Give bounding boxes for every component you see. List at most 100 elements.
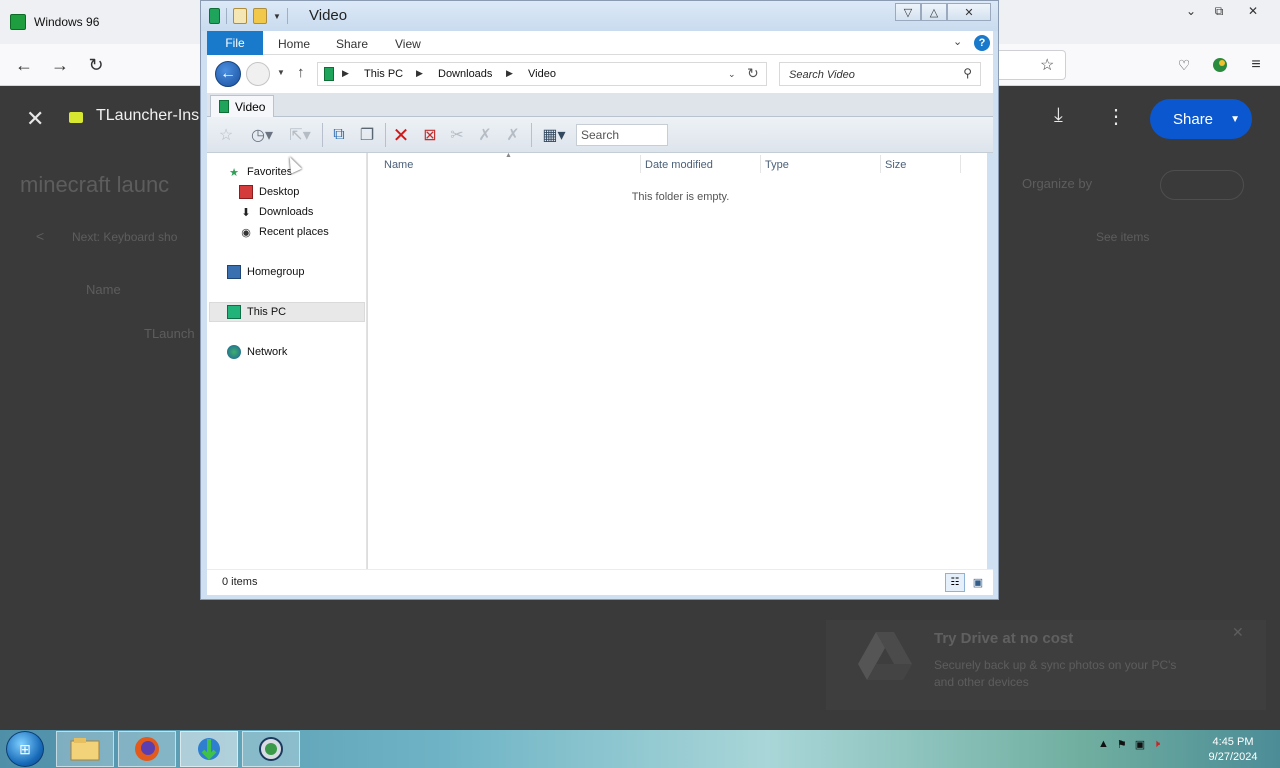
browser-restore-button[interactable]: ⧉: [1204, 0, 1234, 22]
address-dropdown-icon[interactable]: ⌄: [728, 69, 736, 80]
rename-icon[interactable]: ✗: [473, 124, 497, 146]
network-globe-icon: [227, 345, 241, 359]
bookmark-star-icon[interactable]: ☆: [1040, 55, 1054, 75]
search-input[interactable]: Search Video ⚲: [779, 62, 981, 86]
tab-home[interactable]: Home: [278, 37, 310, 51]
tab-file[interactable]: File: [207, 31, 263, 55]
move-to-icon[interactable]: ⇱▾: [285, 124, 315, 146]
browser-close-button[interactable]: ✕: [1238, 0, 1268, 22]
share-dropdown-icon[interactable]: ▼: [1230, 114, 1240, 125]
new-folder-icon[interactable]: [253, 8, 267, 24]
cut-icon[interactable]: ✂: [445, 124, 469, 146]
properties-icon[interactable]: [233, 8, 247, 24]
tab-share[interactable]: Share: [336, 37, 368, 51]
file-type-icon: [69, 112, 83, 123]
breadcrumb-downloads[interactable]: Downloads: [438, 68, 492, 80]
ribbon-expand-icon[interactable]: ⌄: [953, 35, 962, 48]
view-layout-icon[interactable]: ▦▾: [537, 124, 571, 146]
network-tray-icon[interactable]: ▣: [1135, 738, 1145, 751]
crumb-arrow-icon[interactable]: ▶: [506, 68, 513, 79]
navigation-pane: ★ Favorites Desktop ⬇ Downloads ◉ Recent…: [207, 153, 367, 569]
forward-button[interactable]: [246, 62, 270, 86]
crumb-arrow-icon[interactable]: ▶: [342, 68, 349, 79]
nav-homegroup[interactable]: Homegroup: [227, 262, 304, 282]
close-button[interactable]: ✕: [947, 3, 991, 21]
column-name-header: Name: [86, 282, 121, 297]
copy-to-icon[interactable]: ⧉: [327, 124, 351, 146]
star-icon[interactable]: ☆: [213, 124, 239, 146]
reload-icon[interactable]: ↻: [84, 54, 108, 76]
column-header-type[interactable]: Type: [765, 159, 789, 171]
clock[interactable]: 4:45 PM 9/27/2024: [1196, 735, 1270, 765]
firefox-icon: [135, 737, 159, 761]
keyboard-hint: Next: Keyboard sho: [72, 230, 178, 244]
nav-desktop[interactable]: Desktop: [239, 182, 299, 202]
nav-recent-places[interactable]: ◉ Recent places: [239, 222, 329, 242]
explorer-titlebar[interactable]: ▼ Video ▽ △ ✕: [201, 1, 998, 31]
back-button[interactable]: ←: [215, 61, 241, 87]
taskbar: ⊞ ▲ ⚑ ▣ 🕨 4:45 PM 9/27/2024: [0, 730, 1280, 768]
forward-arrow-icon[interactable]: →: [48, 54, 72, 76]
column-header-name[interactable]: Name: [384, 159, 413, 171]
taskbar-download-manager[interactable]: [180, 731, 238, 767]
column-header-date-modified[interactable]: Date modified: [645, 159, 713, 171]
start-orb-icon[interactable]: ⊞: [6, 731, 44, 767]
toolbar-search-input[interactable]: Search: [576, 124, 668, 146]
duplicate-icon[interactable]: ❐: [355, 124, 379, 146]
back-arrow-icon[interactable]: ←: [12, 54, 36, 76]
toolbar-divider: [385, 123, 386, 147]
tab-view[interactable]: View: [395, 37, 421, 51]
delete-permanently-icon[interactable]: ⊠: [417, 124, 443, 146]
delete-icon[interactable]: ✕: [389, 124, 413, 147]
sort-indicator-icon: ▲: [505, 152, 512, 159]
taskbar-ie[interactable]: [242, 731, 300, 767]
undo-icon[interactable]: ✗: [501, 124, 525, 146]
url-bar[interactable]: ☆: [998, 50, 1066, 80]
search-icon[interactable]: ⚲: [963, 66, 972, 80]
large-icons-view-icon[interactable]: ▣: [969, 573, 987, 592]
taskbar-firefox[interactable]: [118, 731, 176, 767]
nav-downloads[interactable]: ⬇ Downloads: [239, 202, 313, 222]
crumb-arrow-icon[interactable]: ▶: [416, 68, 423, 79]
column-divider[interactable]: [640, 155, 641, 173]
quick-access-toolbar: ▼: [209, 8, 288, 24]
column-header-size[interactable]: Size: [885, 159, 906, 171]
extension-icon[interactable]: [1208, 54, 1232, 76]
column-divider[interactable]: [880, 155, 881, 173]
refresh-icon[interactable]: ↻: [747, 65, 759, 82]
taskbar-explorer[interactable]: [56, 731, 114, 767]
browser-minimize-button[interactable]: ⌄: [1176, 0, 1206, 22]
promo-close-icon[interactable]: ✕: [1232, 624, 1244, 641]
recent-locations-dropdown[interactable]: ▼: [277, 68, 285, 77]
menu-icon[interactable]: ≡: [1244, 54, 1268, 76]
file-list[interactable]: ▲ Name Date modified Type Size This fold…: [368, 152, 993, 569]
flag-icon[interactable]: ⚑: [1117, 738, 1127, 751]
details-view-icon[interactable]: ☷: [945, 573, 965, 592]
pocket-icon[interactable]: ♡: [1172, 54, 1196, 76]
minimize-button[interactable]: ▽: [895, 3, 921, 21]
column-divider[interactable]: [760, 155, 761, 173]
tray-expand-icon[interactable]: ▲: [1098, 738, 1109, 751]
nav-this-pc[interactable]: This PC: [227, 302, 286, 322]
address-bar[interactable]: ▶ This PC ▶ Downloads ▶ Video ⌄: [317, 62, 767, 86]
recent-places-icon: ◉: [241, 226, 251, 239]
volume-icon[interactable]: 🕨: [1153, 738, 1160, 751]
folder-icon: [219, 100, 229, 113]
nav-network[interactable]: Network: [227, 342, 287, 362]
browser-tab[interactable]: Windows 96: [0, 0, 200, 44]
close-icon[interactable]: ✕: [26, 106, 44, 132]
maximize-button[interactable]: △: [921, 3, 947, 21]
nav-favorites[interactable]: ★ Favorites: [227, 162, 292, 182]
more-vert-icon[interactable]: ⋮: [1106, 104, 1126, 129]
clock-icon[interactable]: ◷▾: [247, 124, 277, 146]
folder-tab-video[interactable]: Video: [210, 95, 274, 117]
breadcrumb-video[interactable]: Video: [528, 68, 556, 80]
column-divider[interactable]: [960, 155, 961, 173]
qat-dropdown-icon[interactable]: ▼: [273, 12, 281, 21]
breadcrumb-this-pc[interactable]: This PC: [364, 68, 403, 80]
share-button[interactable]: Share ▼: [1150, 99, 1252, 139]
help-icon[interactable]: ?: [974, 35, 990, 51]
up-arrow-icon[interactable]: ↑: [297, 64, 305, 81]
nav-network-label: Network: [247, 346, 288, 358]
download-icon[interactable]: ⤓: [1054, 104, 1063, 127]
